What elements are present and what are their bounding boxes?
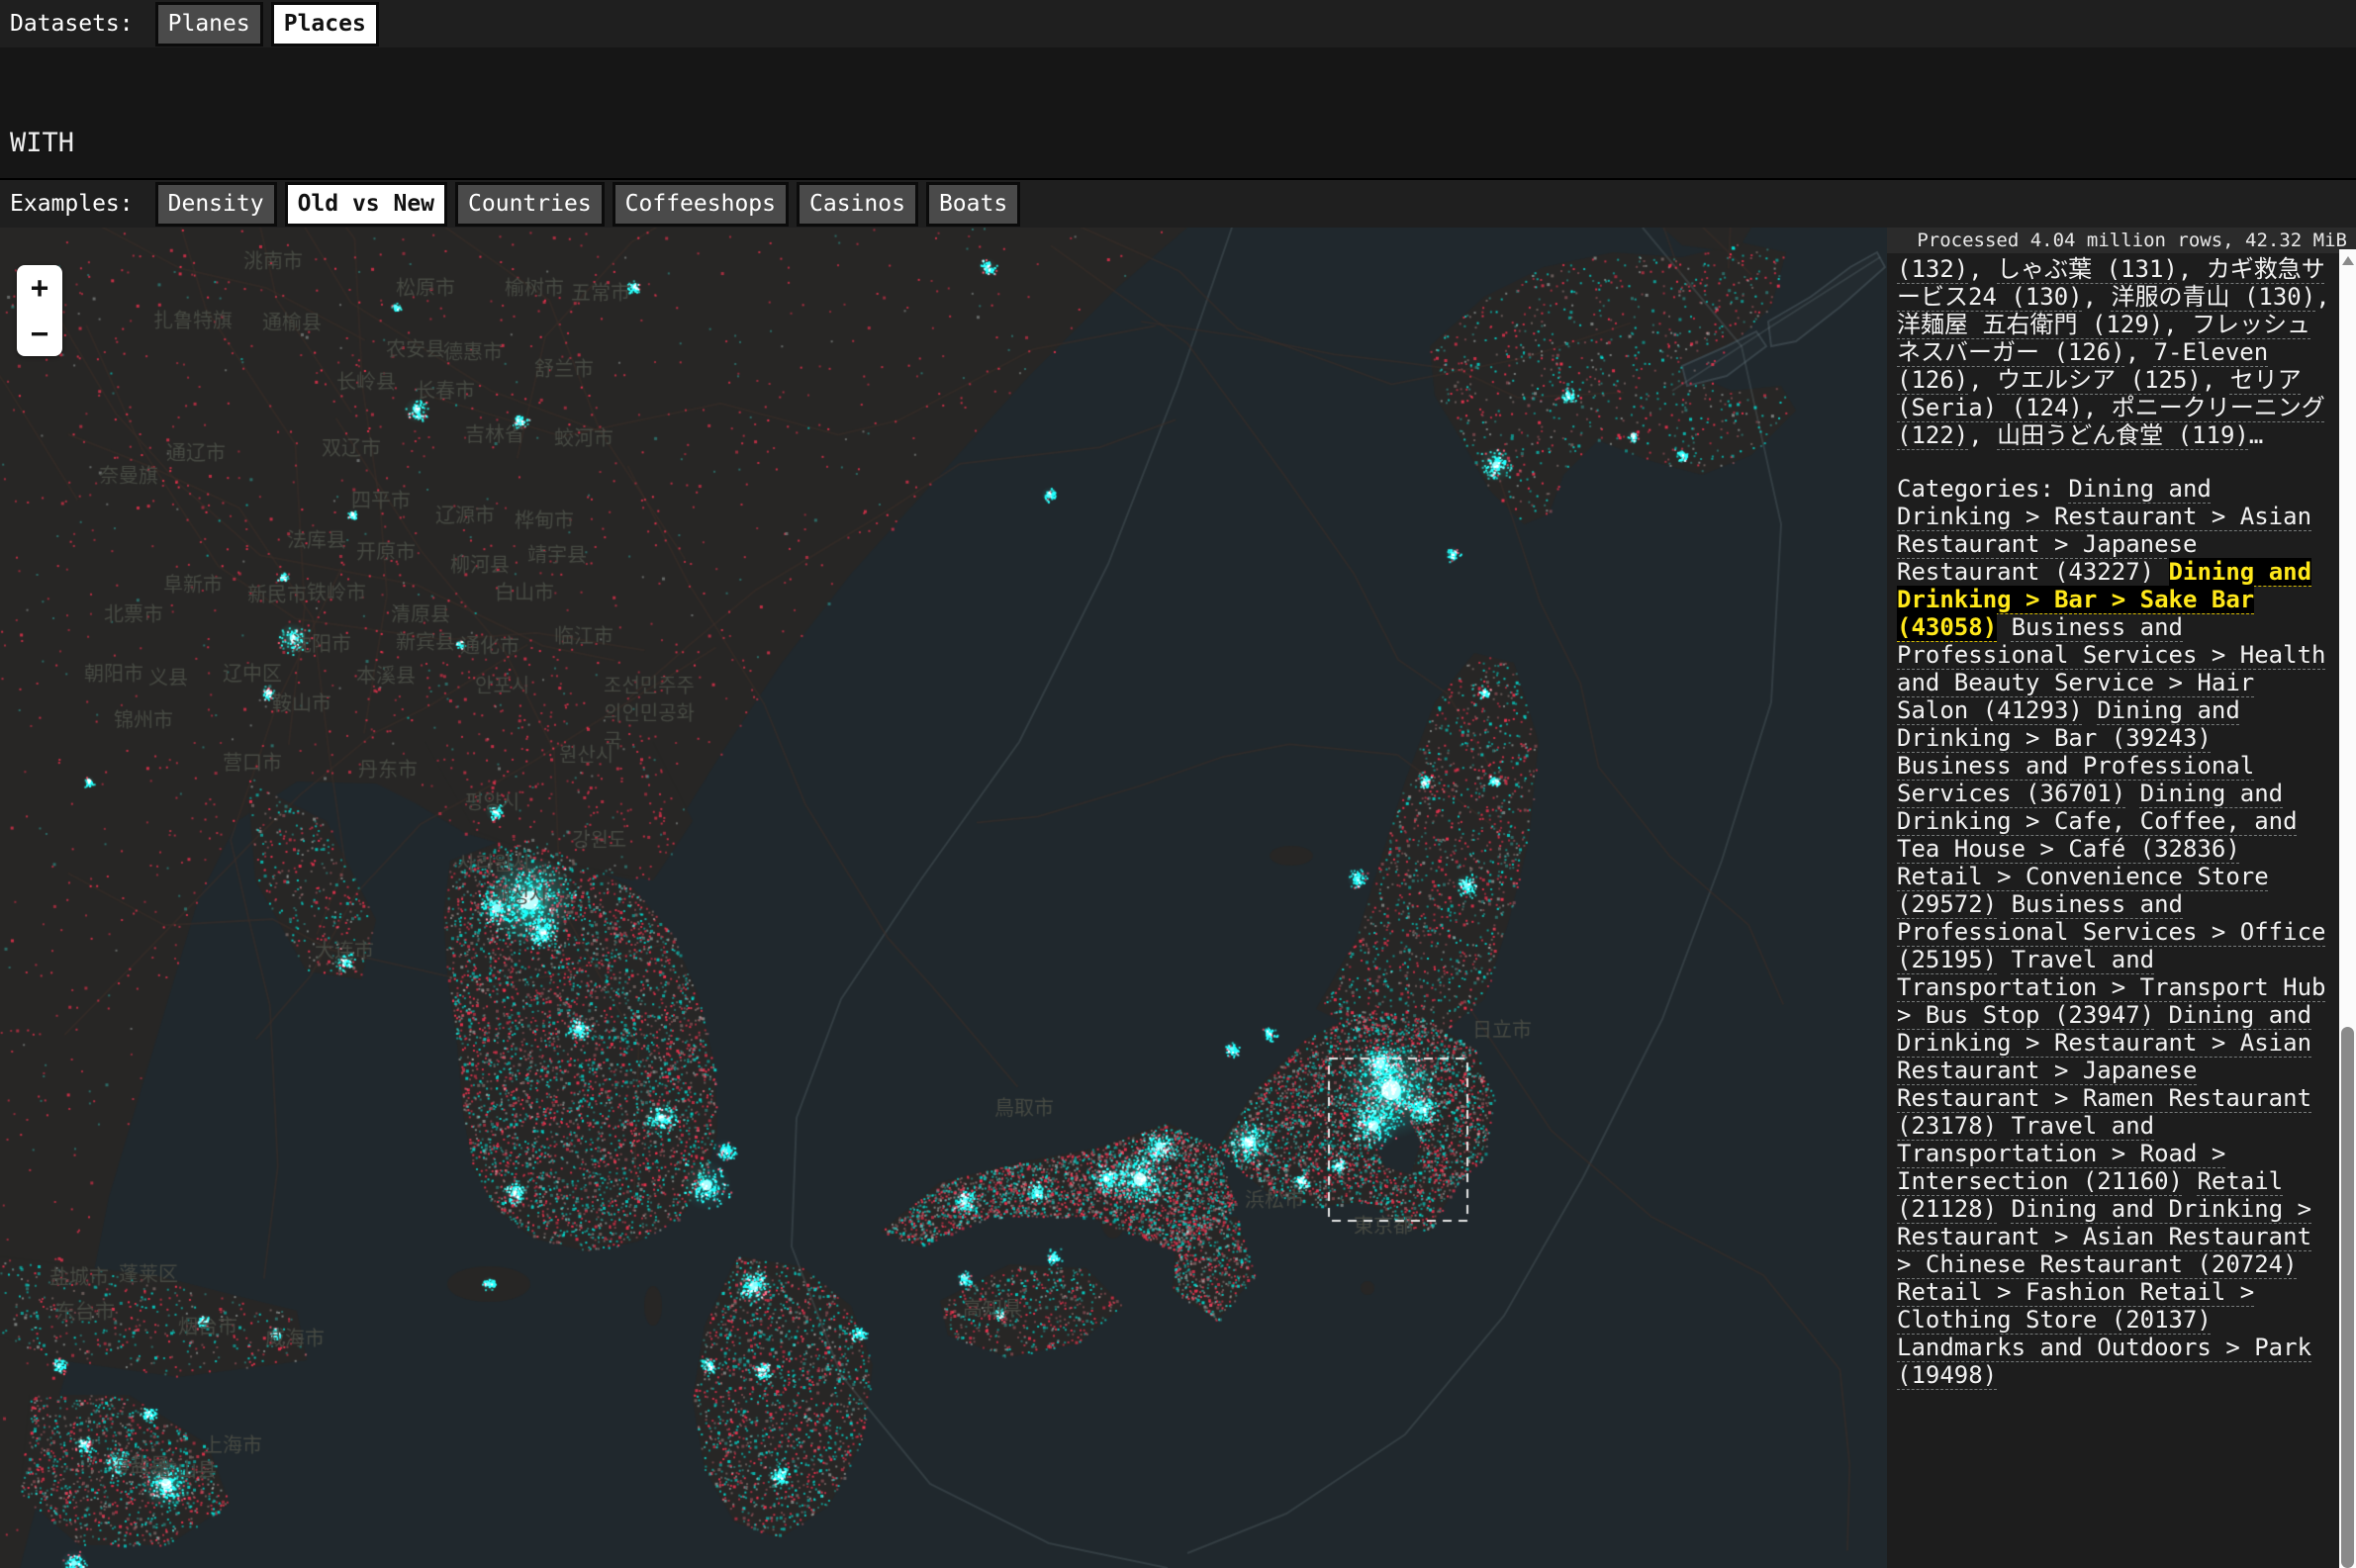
example-button-casinos[interactable]: Casinos bbox=[797, 182, 918, 227]
query-status-text: Processed 4.04 million rows, 42.32 MiB bbox=[1887, 228, 2356, 253]
examples-label: Examples: bbox=[10, 191, 134, 217]
category-link[interactable]: Retail > Fashion Retail > Clothing Store… bbox=[1897, 1278, 2254, 1334]
scrollbar-thumb[interactable] bbox=[2341, 1027, 2354, 1568]
brand-link[interactable]: 山田うどん食堂 (119) bbox=[1997, 421, 2249, 449]
results-sidebar: (132), しゃぶ葉 (131), カギ救急サービス24 (130), 洋服の… bbox=[1887, 253, 2339, 1568]
brand-link[interactable]: 洋麺屋 五右衛門 (129) bbox=[1897, 311, 2163, 338]
map-zoom-control: + − bbox=[17, 265, 62, 356]
sidebar-scrollbar[interactable] bbox=[2339, 249, 2356, 1568]
sql-query-editor[interactable]: WITH bitShiftLeft(1::UInt64, {z:UInt8}) … bbox=[0, 47, 2356, 178]
example-button-boats[interactable]: Boats bbox=[926, 182, 1020, 227]
brand-link[interactable]: しゃぶ葉 (131) bbox=[1997, 255, 2178, 283]
map-canvas[interactable] bbox=[0, 228, 1887, 1568]
dataset-button-planes[interactable]: Planes bbox=[155, 2, 263, 46]
dataset-button-places[interactable]: Places bbox=[271, 2, 379, 46]
example-button-countries[interactable]: Countries bbox=[455, 182, 605, 227]
categories-label: Categories: bbox=[1897, 475, 2068, 503]
category-link[interactable]: Landmarks and Outdoors > Park (19498) bbox=[1897, 1334, 2311, 1389]
example-button-old-vs-new[interactable]: Old vs New bbox=[285, 182, 447, 227]
brands-list: (132), しゃぶ葉 (131), カギ救急サービス24 (130), 洋服の… bbox=[1897, 255, 2333, 449]
brand-link[interactable]: ウエルシア (125) bbox=[1997, 366, 2202, 394]
example-button-coffeeshops[interactable]: Coffeeshops bbox=[613, 182, 789, 227]
brand-link[interactable]: 洋服の青山 (130) bbox=[2112, 283, 2316, 311]
datasets-label: Datasets: bbox=[10, 11, 134, 37]
categories-list: Categories: Dining and Drinking > Restau… bbox=[1897, 475, 2333, 1389]
datasets-bar: Datasets: Planes Places bbox=[0, 0, 2356, 47]
scrollbar-up-arrow-icon[interactable] bbox=[2342, 256, 2354, 265]
zoom-in-button[interactable]: + bbox=[17, 265, 62, 311]
main-area: + − Processed 4.04 million rows, 42.32 M… bbox=[0, 228, 2356, 1568]
sql-line: WITH bbox=[10, 127, 2356, 159]
example-button-density[interactable]: Density bbox=[155, 182, 277, 227]
zoom-out-button[interactable]: − bbox=[17, 311, 62, 356]
examples-bar: Examples: Density Old vs New Countries C… bbox=[0, 178, 2356, 228]
brand-link[interactable]: (132) bbox=[1897, 255, 1968, 283]
